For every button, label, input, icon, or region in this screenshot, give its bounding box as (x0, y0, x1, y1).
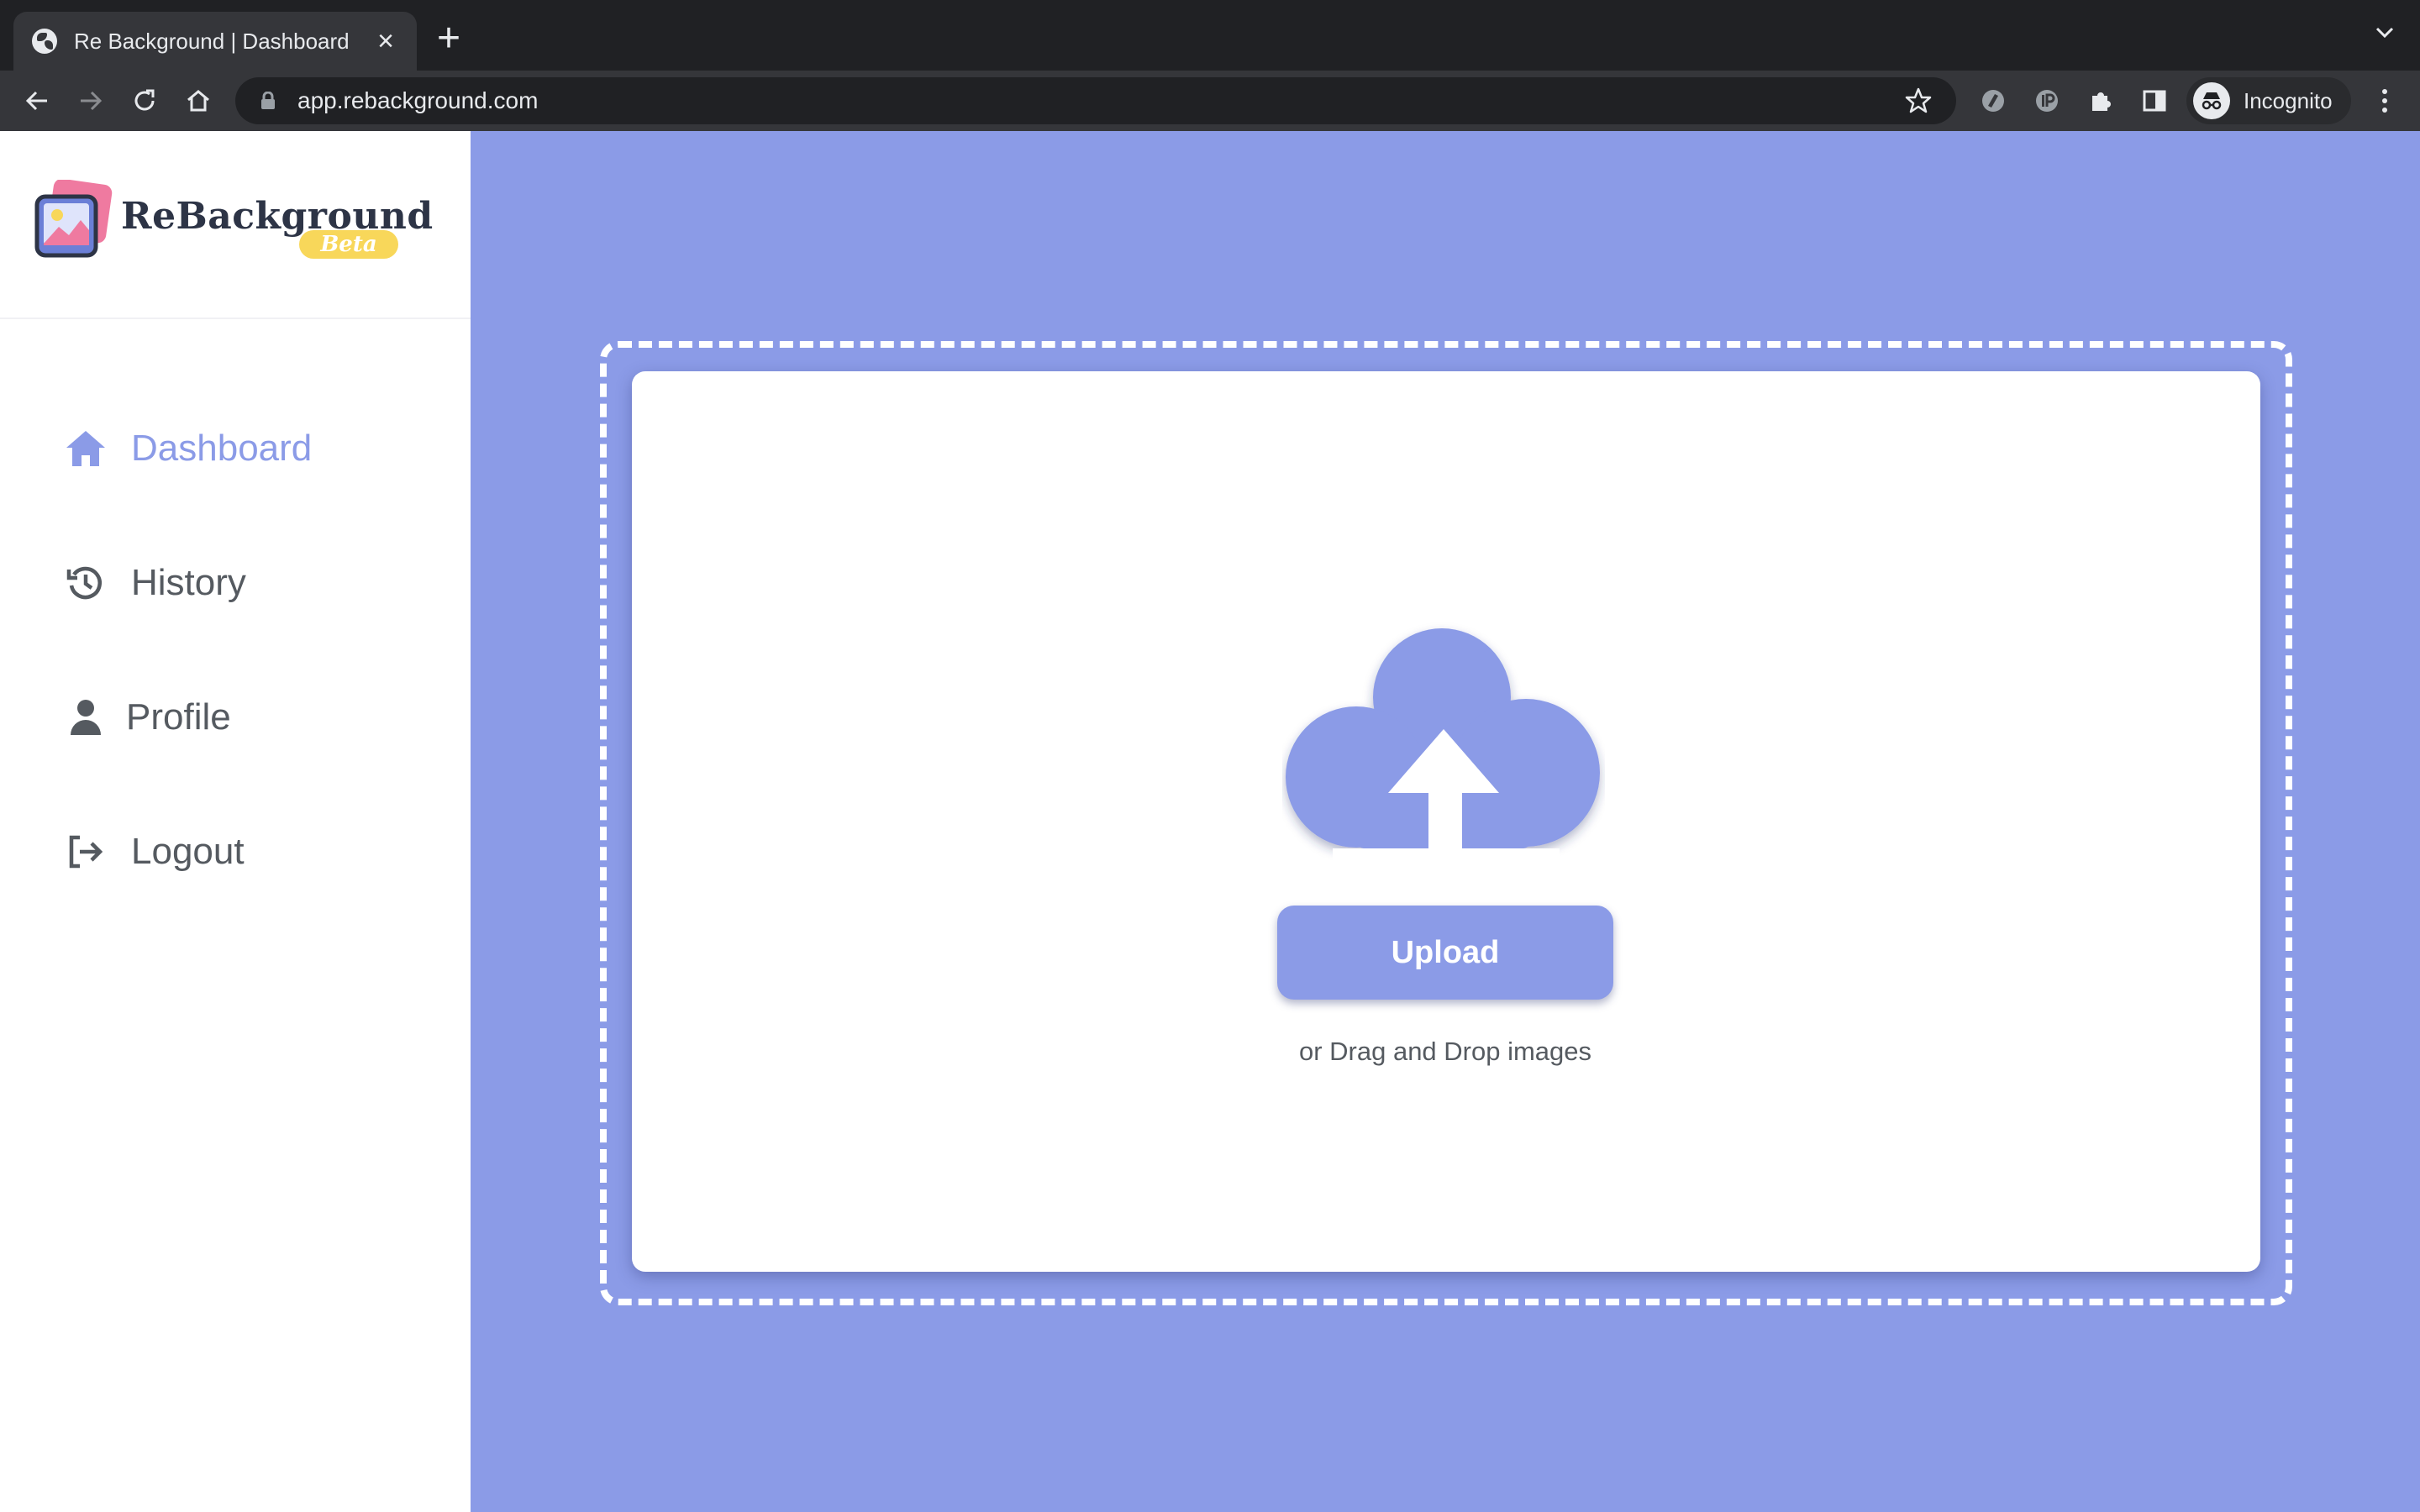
cloud-upload-icon[interactable] (1282, 622, 1605, 874)
star-icon[interactable] (1904, 87, 1933, 115)
url-text: app.rebackground.com (297, 87, 539, 113)
sidebar-item-label: Dashboard (131, 428, 313, 469)
forward-button[interactable] (74, 84, 108, 118)
sidebar-item-dashboard[interactable]: Dashboard (64, 427, 312, 470)
history-icon (64, 561, 108, 605)
more-menu-icon[interactable] (2370, 86, 2400, 116)
sidebar-item-label: Profile (126, 696, 231, 738)
beta-badge: Beta (299, 230, 398, 259)
back-button[interactable] (20, 84, 54, 118)
reload-icon (134, 89, 155, 111)
side-panel-icon[interactable] (2139, 86, 2170, 116)
sidebar-item-history[interactable]: History (64, 561, 246, 605)
ip-extension-icon[interactable] (2032, 86, 2062, 116)
close-icon[interactable]: × (373, 27, 398, 55)
brand-logo[interactable]: ReBackground Beta (0, 131, 471, 319)
chevron-down-icon[interactable] (2375, 22, 2395, 42)
logo-image-icon (34, 180, 113, 258)
address-bar[interactable]: app.rebackground.com (235, 77, 1956, 124)
incognito-icon (2193, 82, 2230, 119)
sidebar-item-label: History (131, 562, 246, 603)
sidebar-item-logout[interactable]: Logout (64, 830, 245, 874)
browser-tab[interactable]: Re Background | Dashboard × (13, 12, 417, 71)
tab-title: Re Background | Dashboard (74, 28, 350, 54)
sidebar-item-profile[interactable]: Profile (64, 696, 231, 739)
browser-toolbar: app.rebackground.com Incognito (0, 71, 2420, 131)
puzzle-icon[interactable] (2086, 86, 2116, 116)
profile-button[interactable]: Incognito (2186, 77, 2351, 124)
user-icon (64, 696, 108, 739)
upload-button[interactable]: Upload (1277, 906, 1613, 1000)
arrow-right-icon (81, 91, 103, 111)
sidebar-item-label: Logout (131, 831, 245, 872)
globe-icon (32, 29, 57, 54)
home-icon (64, 427, 108, 470)
browser-tab-strip: Re Background | Dashboard × + (0, 0, 2420, 71)
profile-label: Incognito (2244, 87, 2333, 113)
sidebar: ReBackground Beta Dashboard History Prof… (0, 131, 471, 1512)
home-button[interactable] (182, 84, 215, 118)
lock-icon (261, 92, 275, 109)
arrow-left-icon (25, 91, 47, 111)
home-outline-icon (187, 90, 209, 112)
drag-drop-hint: or Drag and Drop images (1298, 1037, 1592, 1066)
reload-button[interactable] (128, 84, 161, 118)
extension-icon[interactable] (1978, 86, 2008, 116)
logout-icon (64, 830, 108, 874)
new-tab-button[interactable]: + (437, 18, 460, 59)
